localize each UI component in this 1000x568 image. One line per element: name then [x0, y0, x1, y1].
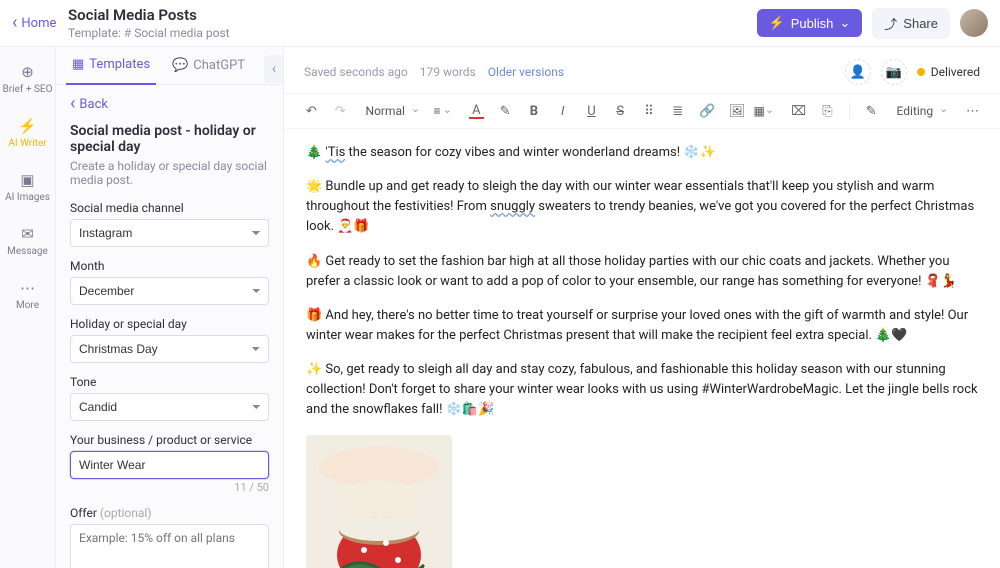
publish-button[interactable]: ⚡ Publish ⌄ — [757, 9, 863, 37]
bold-button[interactable]: B — [527, 103, 542, 119]
add-user-icon[interactable]: 👤 — [845, 59, 871, 85]
template-description: Create a holiday or special day social m… — [70, 159, 269, 187]
chat-icon: 💬 — [172, 58, 188, 73]
delivery-status: Delivered — [917, 65, 980, 79]
offer-label: Offer (optional) — [70, 506, 269, 520]
saved-status: Saved seconds ago — [304, 65, 408, 79]
holiday-select[interactable]: Christmas Day — [70, 335, 269, 363]
business-counter: 11 / 50 — [70, 481, 269, 494]
message-icon: ✉ — [19, 225, 37, 243]
editor: Saved seconds ago 179 words Older versio… — [284, 47, 1000, 568]
share-button[interactable]: ⤴ Share — [872, 8, 950, 39]
month-select[interactable]: December — [70, 277, 269, 305]
link-button[interactable]: 🔗 — [699, 103, 715, 119]
bolt-icon: ⚡ — [19, 117, 37, 135]
status-dot-icon — [917, 68, 925, 76]
highlight-button[interactable]: ✎ — [498, 103, 513, 119]
editor-content[interactable]: 🎄 'Tis the season for cozy vibes and win… — [284, 129, 1000, 568]
rail-message[interactable]: ✉Message — [0, 221, 55, 261]
paragraph: 🎁 And hey, there's no better time to tre… — [306, 306, 978, 346]
mode-select[interactable]: Editing — [893, 102, 952, 120]
align-select[interactable]: ≡ — [437, 103, 455, 119]
page-title: Social Media Posts — [68, 6, 757, 24]
number-list-button[interactable]: ≣ — [670, 103, 685, 119]
strike-button[interactable]: S — [613, 103, 628, 119]
left-rail: ⊕Brief + SEO ⚡AI Writer ▣AI Images ✉Mess… — [0, 47, 56, 568]
camera-icon[interactable]: 📷 — [881, 59, 907, 85]
back-link[interactable]: Back — [70, 95, 269, 113]
image-icon: ▣ — [19, 171, 37, 189]
channel-label: Social media channel — [70, 201, 269, 215]
italic-button[interactable]: I — [555, 103, 570, 119]
rail-ai-images[interactable]: ▣AI Images — [0, 167, 55, 207]
text-color-button[interactable]: A — [469, 103, 484, 119]
template-title: Social media post - holiday or special d… — [70, 123, 269, 155]
chevron-down-icon: ⌄ — [839, 15, 850, 31]
target-icon: ⊕ — [19, 63, 37, 81]
templates-icon: ▦ — [72, 57, 84, 72]
more-icon: ⋯ — [19, 279, 37, 297]
toolbar: ↶ ↷ Normal ≡ A ✎ B I U S ⠿ ≣ 🔗 🖼 ▦ ⌧ ⎘ ✎… — [284, 94, 1000, 129]
paragraph: ✨ So, get ready to sleigh all day and st… — [306, 360, 978, 420]
collapse-sidebar[interactable]: ‹ — [264, 55, 284, 83]
sidebar: ‹ ▦Templates 💬ChatGPT Back Social media … — [56, 47, 284, 568]
rail-brief-seo[interactable]: ⊕Brief + SEO — [0, 59, 55, 99]
tab-chatgpt[interactable]: 💬ChatGPT — [166, 48, 251, 83]
clear-format-button[interactable]: ⌧ — [791, 103, 806, 119]
paragraph: 🌟 Bundle up and get ready to sleigh the … — [306, 177, 978, 237]
home-link[interactable]: Home — [12, 14, 64, 32]
page-subtitle: Template: # Social media post — [68, 26, 757, 40]
rail-more[interactable]: ⋯More — [0, 275, 55, 315]
underline-button[interactable]: U — [584, 103, 599, 119]
undo-button[interactable]: ↶ — [304, 103, 319, 119]
rail-ai-writer[interactable]: ⚡AI Writer — [0, 113, 55, 153]
content-image[interactable] — [306, 435, 452, 568]
channel-select[interactable]: Instagram — [70, 219, 269, 247]
table-button[interactable]: ▦ — [759, 103, 777, 119]
code-button[interactable]: ⎘ — [820, 103, 835, 119]
insert-image-button[interactable]: 🖼 — [729, 103, 745, 119]
redo-button[interactable]: ↷ — [333, 103, 348, 119]
month-label: Month — [70, 259, 269, 273]
title-block: Social Media Posts Template: # Social me… — [68, 6, 757, 40]
word-count: 179 words — [420, 65, 476, 79]
chevron-left-icon — [70, 95, 75, 113]
older-versions-link[interactable]: Older versions — [488, 65, 564, 79]
style-select[interactable]: Normal — [362, 102, 423, 120]
chevron-left-icon — [12, 14, 17, 32]
business-label: Your business / product or service — [70, 433, 269, 447]
holiday-label: Holiday or special day — [70, 317, 269, 331]
paragraph: 🔥 Get ready to set the fashion bar high … — [306, 252, 978, 292]
topbar: Home Social Media Posts Template: # Soci… — [0, 0, 1000, 47]
tab-templates[interactable]: ▦Templates — [66, 47, 156, 85]
business-input[interactable] — [70, 451, 269, 479]
avatar[interactable] — [960, 9, 988, 37]
tone-select[interactable]: Candid — [70, 393, 269, 421]
tone-label: Tone — [70, 375, 269, 389]
bullet-list-button[interactable]: ⠿ — [642, 103, 657, 119]
offer-textarea[interactable] — [70, 524, 269, 568]
overflow-button[interactable]: ⋯ — [965, 103, 980, 119]
paragraph: 🎄 'Tis the season for cozy vibes and win… — [306, 143, 978, 163]
pencil-icon: ✎ — [864, 103, 879, 119]
